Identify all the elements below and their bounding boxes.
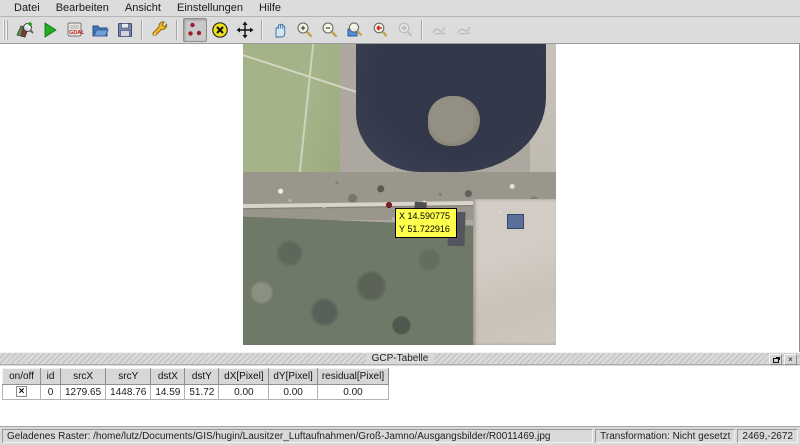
col-id[interactable]: id [41, 369, 61, 385]
aerial-photo[interactable]: X 14.590775 Y 51.722916 [243, 44, 556, 345]
start-georeferencing-button[interactable] [38, 18, 62, 42]
delete-point-button[interactable] [208, 18, 232, 42]
move-point-button[interactable] [233, 18, 257, 42]
add-point-button[interactable] [183, 18, 207, 42]
cell-residual[interactable]: 0.00 [317, 385, 388, 400]
col-dstx[interactable]: dstX [151, 369, 185, 385]
col-residual[interactable]: residual[Pixel] [317, 369, 388, 385]
link-georeferencer-icon [431, 21, 449, 39]
open-raster-button[interactable] [13, 18, 37, 42]
zoom-last-icon [371, 21, 389, 39]
svg-text:GDAL: GDAL [69, 30, 84, 36]
save-icon [116, 21, 134, 39]
toolbar: GDAL [0, 17, 800, 44]
zoom-out-button[interactable] [318, 18, 342, 42]
gcp-dock-titlebar[interactable]: GCP-Tabelle × [0, 352, 800, 365]
menu-hilfe[interactable]: Hilfe [251, 1, 289, 15]
menu-datei[interactable]: Datei [6, 1, 48, 15]
zoom-next-icon [396, 21, 414, 39]
pan-button[interactable] [268, 18, 292, 42]
gcp-dock-title: GCP-Tabelle [366, 353, 435, 364]
zoom-to-layer-button[interactable] [343, 18, 367, 42]
transformation-settings-button[interactable] [148, 18, 172, 42]
link-qgis-icon [456, 21, 474, 39]
folder-icon [91, 21, 109, 39]
cell-dx[interactable]: 0.00 [219, 385, 269, 400]
cell-dstx[interactable]: 14.59 [151, 385, 185, 400]
open-file-button[interactable] [88, 18, 112, 42]
cell-srcy[interactable]: 1448.76 [106, 385, 151, 400]
photo-texture-overlay [243, 44, 556, 345]
wrench-icon [151, 21, 169, 39]
dock-float-button[interactable] [769, 354, 782, 365]
menu-ansicht[interactable]: Ansicht [117, 1, 169, 15]
col-srcx[interactable]: srcX [61, 369, 106, 385]
add-point-icon [186, 21, 204, 39]
move-point-icon [236, 21, 254, 39]
raster-canvas[interactable]: X 14.590775 Y 51.722916 [0, 44, 800, 352]
col-dsty[interactable]: dstY [185, 369, 219, 385]
zoom-last-button[interactable] [368, 18, 392, 42]
col-onoff[interactable]: on/off [3, 369, 41, 385]
zoom-in-icon [296, 21, 314, 39]
cell-srcx[interactable]: 1279.65 [61, 385, 106, 400]
gdal-script-icon: GDAL [66, 21, 84, 39]
restore-icon [773, 358, 779, 363]
play-icon [41, 21, 59, 39]
gcp-dock-body: on/off id srcX srcY dstX dstY dX[Pixel] … [0, 366, 800, 427]
status-loaded-raster: Geladenes Raster: /home/lutz/Documents/G… [2, 429, 593, 443]
pan-hand-icon [271, 21, 289, 39]
status-bar: Geladenes Raster: /home/lutz/Documents/G… [0, 427, 800, 445]
status-coordinates: 2469,-2672 [737, 429, 798, 443]
link-qgis-to-georeferencer-button[interactable] [453, 18, 477, 42]
gcp-onoff-checkbox[interactable]: × [16, 386, 27, 397]
tooltip-x-value: X 14.590775 [399, 210, 453, 223]
zoom-out-icon [321, 21, 339, 39]
open-raster-icon [16, 21, 34, 39]
toolbar-drag-handle[interactable] [3, 20, 9, 40]
zoom-to-layer-icon [346, 21, 364, 39]
gcp-marker[interactable] [386, 202, 392, 208]
dock-close-button[interactable]: × [784, 354, 797, 365]
toolbar-separator [176, 20, 178, 40]
toolbar-separator [261, 20, 263, 40]
col-dy[interactable]: dY[Pixel] [269, 369, 317, 385]
col-dx[interactable]: dX[Pixel] [219, 369, 269, 385]
status-transformation: Transformation: Nicht gesetzt [595, 429, 735, 443]
col-srcy[interactable]: srcY [106, 369, 151, 385]
link-georeferencer-to-qgis-button[interactable] [428, 18, 452, 42]
gcp-table-header-row: on/off id srcX srcY dstX dstY dX[Pixel] … [3, 369, 389, 385]
zoom-in-button[interactable] [293, 18, 317, 42]
gcp-table-row[interactable]: × 0 1279.65 1448.76 14.59 51.72 0.00 0.0… [3, 385, 389, 400]
save-button[interactable] [113, 18, 137, 42]
toolbar-separator [141, 20, 143, 40]
toolbar-separator [421, 20, 423, 40]
zoom-next-button[interactable] [393, 18, 417, 42]
cell-id[interactable]: 0 [41, 385, 61, 400]
menu-bar: Datei Bearbeiten Ansicht Einstellungen H… [0, 0, 800, 17]
delete-point-icon [211, 21, 229, 39]
cell-dsty[interactable]: 51.72 [185, 385, 219, 400]
coordinate-tooltip: X 14.590775 Y 51.722916 [395, 208, 457, 238]
tooltip-y-value: Y 51.722916 [399, 223, 453, 236]
gcp-table: on/off id srcX srcY dstX dstY dX[Pixel] … [2, 368, 389, 400]
gdal-script-button[interactable]: GDAL [63, 18, 87, 42]
menu-einstellungen[interactable]: Einstellungen [169, 1, 251, 15]
close-icon: × [788, 356, 793, 364]
cell-dy[interactable]: 0.00 [269, 385, 317, 400]
menu-bearbeiten[interactable]: Bearbeiten [48, 1, 117, 15]
